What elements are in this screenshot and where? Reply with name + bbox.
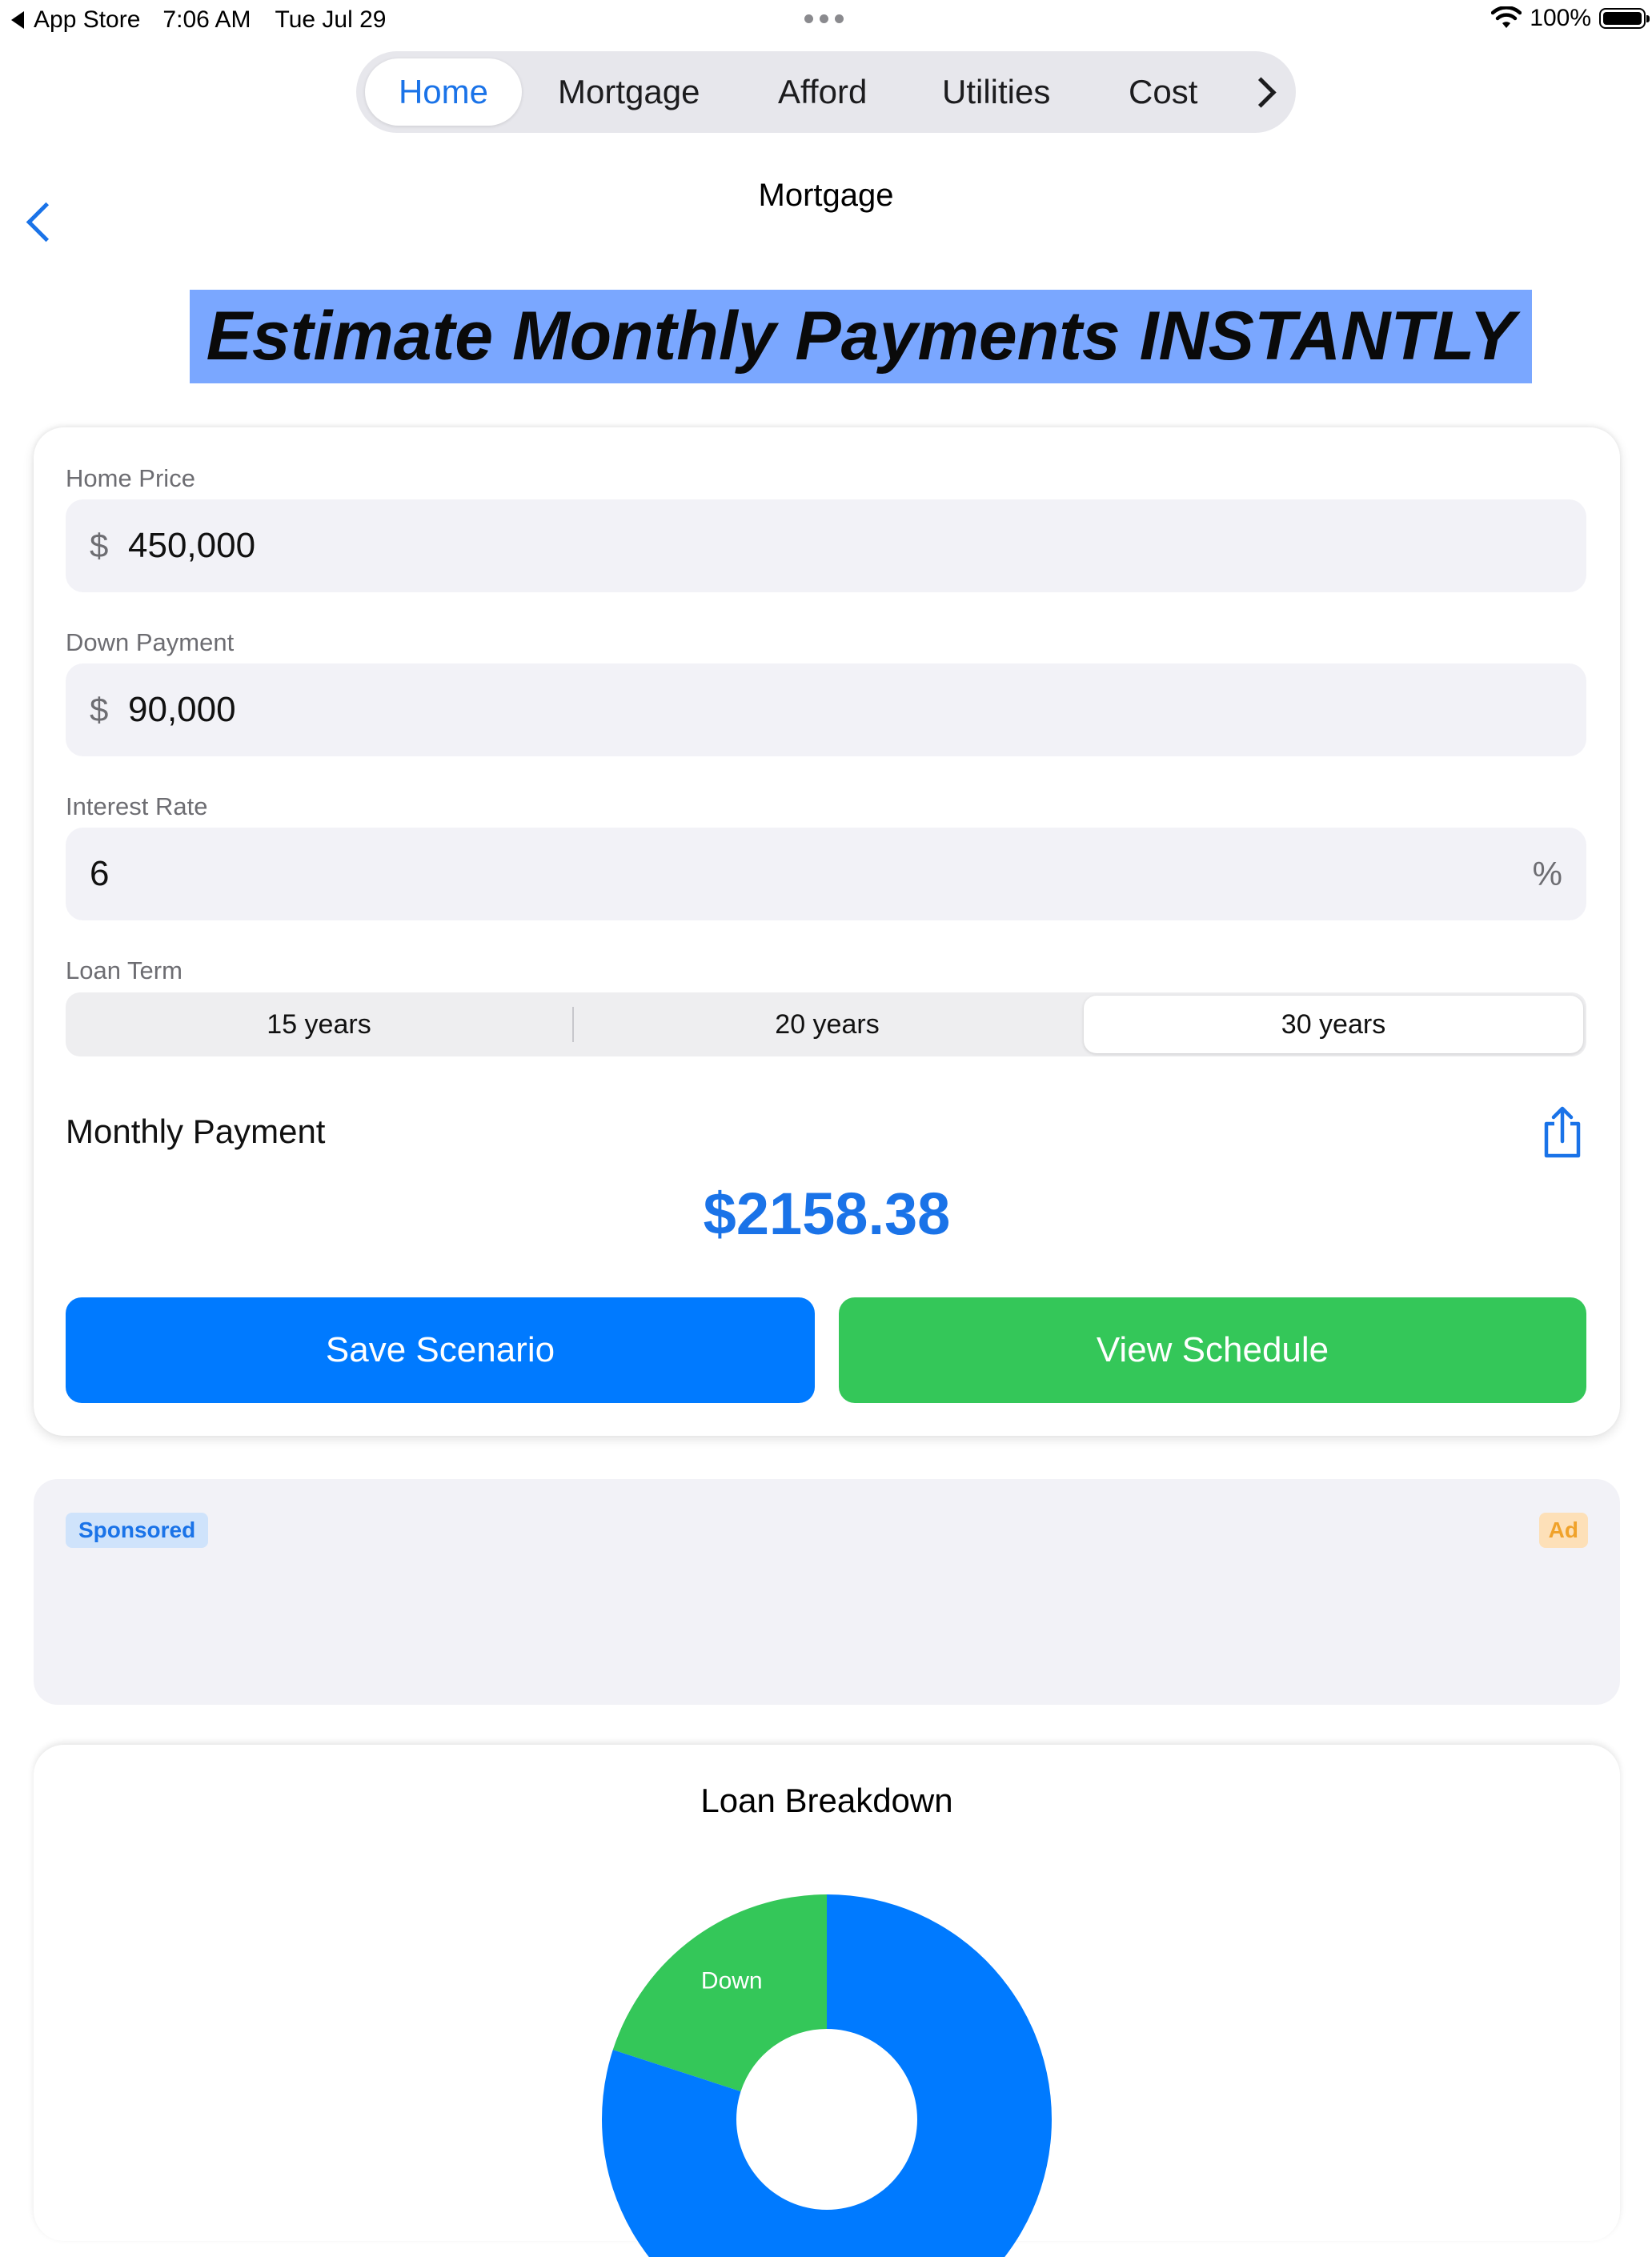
donut-slice-label: Down bbox=[701, 1968, 763, 1994]
home-price-label: Home Price bbox=[66, 464, 195, 492]
loan-breakdown-title: Loan Breakdown bbox=[700, 1782, 953, 1819]
segment-30-years[interactable]: 30 years bbox=[1084, 996, 1583, 1053]
home-price-field[interactable]: $ 450,000 bbox=[66, 499, 1586, 592]
loan-term-segmented-control: 15 years 20 years 30 years bbox=[66, 992, 1586, 1056]
status-date: Tue Jul 29 bbox=[275, 6, 387, 33]
tab-afford[interactable]: Afford bbox=[778, 51, 867, 133]
monthly-payment-value: $2158.38 bbox=[703, 1181, 951, 1247]
monthly-payment-label: Monthly Payment bbox=[66, 1112, 326, 1150]
back-to-app-icon[interactable] bbox=[11, 11, 24, 29]
status-left: App Store 7:06 AM Tue Jul 29 bbox=[11, 6, 386, 34]
top-tab-bar: Home Mortgage Afford Utilities Cost bbox=[356, 51, 1296, 133]
multitasking-dots-icon[interactable] bbox=[804, 14, 844, 23]
tab-cost[interactable]: Cost bbox=[1129, 51, 1197, 133]
status-right: 100% bbox=[1491, 5, 1650, 32]
loan-breakdown-card: Loan Breakdown Down bbox=[34, 1745, 1620, 2257]
sponsored-badge: Sponsored bbox=[66, 1513, 209, 1548]
nav-title: Mortgage bbox=[758, 178, 894, 213]
interest-rate-field[interactable]: 6 % bbox=[66, 828, 1586, 920]
currency-prefix: $ bbox=[90, 527, 109, 564]
battery-icon bbox=[1599, 8, 1650, 29]
loan-breakdown-donut-chart: Down bbox=[602, 1894, 1052, 2257]
home-price-value[interactable]: 450,000 bbox=[128, 499, 255, 592]
tab-home[interactable]: Home bbox=[365, 58, 522, 126]
save-scenario-button[interactable]: Save Scenario bbox=[66, 1297, 815, 1403]
battery-percent: 100% bbox=[1530, 5, 1591, 31]
status-time: 7:06 AM bbox=[162, 6, 251, 33]
sponsored-ad-slot[interactable]: Sponsored Ad bbox=[34, 1479, 1620, 1705]
tab-utilities[interactable]: Utilities bbox=[942, 51, 1050, 133]
currency-prefix: $ bbox=[90, 691, 109, 728]
headline-banner: Estimate Monthly Payments INSTANTLY bbox=[190, 290, 1532, 383]
segment-20-years[interactable]: 20 years bbox=[574, 992, 1081, 1056]
view-schedule-button[interactable]: View Schedule bbox=[839, 1297, 1586, 1403]
segment-15-years[interactable]: 15 years bbox=[66, 992, 572, 1056]
down-payment-label: Down Payment bbox=[66, 628, 235, 656]
down-payment-value[interactable]: 90,000 bbox=[128, 663, 236, 756]
status-bar: App Store 7:06 AM Tue Jul 29 100% bbox=[0, 0, 1652, 42]
down-payment-field[interactable]: $ 90,000 bbox=[66, 663, 1586, 756]
tabs-more-chevron-icon[interactable] bbox=[1245, 77, 1277, 108]
tab-mortgage[interactable]: Mortgage bbox=[558, 51, 700, 133]
headline-text: Estimate Monthly Payments INSTANTLY bbox=[206, 298, 1516, 375]
calculator-card: Home Price $ 450,000 Down Payment $ 90,0… bbox=[34, 427, 1620, 1436]
donut-slice-loan bbox=[602, 1894, 1052, 2257]
back-app-label[interactable]: App Store bbox=[34, 6, 140, 34]
percent-suffix: % bbox=[1532, 855, 1562, 892]
interest-rate-value[interactable]: 6 bbox=[90, 828, 109, 920]
wifi-icon bbox=[1491, 6, 1522, 28]
ad-badge: Ad bbox=[1538, 1513, 1588, 1548]
share-icon[interactable] bbox=[1538, 1106, 1586, 1159]
loan-term-label: Loan Term bbox=[66, 956, 182, 984]
interest-rate-label: Interest Rate bbox=[66, 792, 208, 820]
